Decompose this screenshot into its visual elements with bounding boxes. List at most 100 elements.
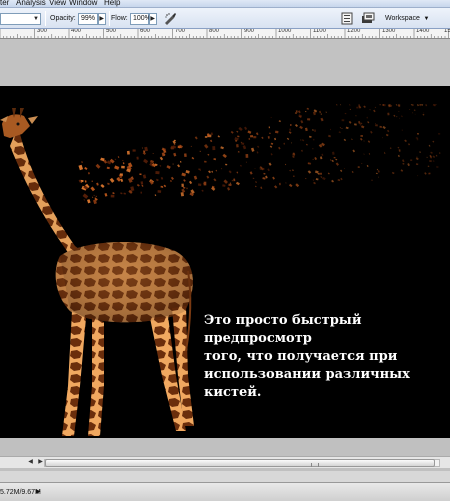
dispersion-particle bbox=[360, 125, 365, 129]
dispersion-particle bbox=[228, 183, 232, 187]
workspace-button[interactable]: Workspace ▼ bbox=[382, 12, 432, 25]
menu-item-view[interactable]: View bbox=[49, 0, 66, 7]
dispersion-particle bbox=[109, 177, 115, 183]
dispersion-particle bbox=[415, 137, 418, 139]
dispersion-particle bbox=[348, 120, 352, 124]
dispersion-particle bbox=[313, 181, 316, 185]
dispersion-particle bbox=[87, 199, 91, 204]
dispersion-particle bbox=[410, 159, 413, 161]
dispersion-particle bbox=[348, 104, 351, 106]
menu-item-filter[interactable]: ter bbox=[0, 0, 9, 7]
opacity-dropdown[interactable]: ▶ bbox=[98, 13, 106, 25]
dispersion-particle bbox=[402, 163, 405, 165]
dispersion-particle bbox=[304, 127, 308, 132]
ruler-label: 500 bbox=[106, 29, 117, 34]
dispersion-particle bbox=[238, 126, 243, 132]
dispersion-particle bbox=[338, 131, 341, 134]
dispersion-particle bbox=[91, 180, 93, 182]
dispersion-particle bbox=[356, 106, 359, 109]
menu-item-help[interactable]: Help bbox=[104, 0, 120, 7]
dispersion-particle bbox=[355, 115, 357, 117]
dispersion-particle bbox=[295, 110, 298, 113]
dispersion-particle bbox=[363, 105, 366, 108]
dispersion-particle bbox=[400, 169, 404, 172]
dispersion-particle bbox=[222, 153, 227, 159]
scroll-thumb[interactable] bbox=[45, 459, 435, 467]
dispersion-particle bbox=[424, 172, 427, 175]
dispersion-particle bbox=[121, 165, 125, 169]
dispersion-particle bbox=[78, 164, 84, 171]
dispersion-particle bbox=[320, 117, 324, 122]
dispersion-particle bbox=[140, 181, 144, 185]
status-arrow-icon[interactable]: ▶ bbox=[36, 488, 41, 495]
dispersion-particle bbox=[278, 146, 281, 150]
dispersion-particle bbox=[305, 111, 307, 113]
workspace-arrow-icon: ▼ bbox=[421, 16, 430, 22]
airbrush-icon[interactable] bbox=[163, 12, 177, 25]
dispersion-particle bbox=[387, 112, 390, 116]
dispersion-particle bbox=[340, 177, 343, 181]
dispersion-particle bbox=[233, 178, 236, 182]
flow-dropdown[interactable]: ▶ bbox=[149, 13, 157, 25]
horizontal-ruler: 300 400 500 600 700 800 900 1000 1100 12… bbox=[0, 29, 450, 39]
dispersion-particle bbox=[177, 164, 181, 168]
dispersion-particle bbox=[112, 192, 115, 195]
dropdown-arrow-icon: ▶ bbox=[150, 16, 155, 22]
menu-bar: ter Analysis View Window Help bbox=[0, 0, 450, 8]
dispersion-particle bbox=[207, 153, 210, 156]
dispersion-particle bbox=[369, 109, 371, 111]
dispersion-particle bbox=[110, 194, 115, 198]
dispersion-particle bbox=[225, 163, 228, 166]
dispersion-particle bbox=[274, 137, 277, 141]
dispersion-particle bbox=[432, 140, 435, 143]
horizontal-scrollbar[interactable]: ◀ ▶ bbox=[0, 456, 450, 468]
dispersion-particle bbox=[87, 172, 90, 175]
dispersion-particle bbox=[130, 186, 135, 192]
dispersion-particle bbox=[217, 135, 220, 138]
dispersion-particle bbox=[370, 130, 373, 134]
brush-panel-icon[interactable] bbox=[340, 12, 354, 25]
screen-mode-icon[interactable] bbox=[361, 12, 375, 25]
dispersion-particle bbox=[265, 175, 268, 179]
dispersion-particle bbox=[159, 165, 162, 167]
dispersion-particle bbox=[385, 133, 389, 137]
mode-select[interactable]: ▼ bbox=[0, 13, 41, 25]
dispersion-particle bbox=[212, 146, 216, 151]
dispersion-particle bbox=[288, 131, 292, 134]
dispersion-particle bbox=[379, 125, 383, 129]
dispersion-particle bbox=[239, 164, 242, 167]
doc-size: 5.72M/9.67M bbox=[0, 489, 41, 496]
document-canvas[interactable]: Это просто быстрый предпросмотр того, чт… bbox=[0, 86, 450, 438]
menu-item-window[interactable]: Window bbox=[69, 0, 97, 7]
scroll-left-icon[interactable]: ◀ bbox=[26, 458, 35, 467]
flow-field[interactable]: 100% bbox=[130, 13, 151, 25]
dispersion-particle bbox=[301, 149, 303, 152]
dispersion-particle bbox=[235, 181, 240, 186]
dispersion-particle bbox=[126, 150, 130, 155]
dispersion-particle bbox=[335, 162, 340, 166]
dispersion-particle bbox=[314, 157, 318, 161]
dispersion-particle bbox=[242, 145, 247, 150]
dispersion-particle bbox=[173, 152, 177, 157]
dispersion-particle bbox=[283, 142, 285, 145]
dispersion-particle bbox=[320, 156, 323, 160]
options-bar: ▼ Opacity: 99% ▶ Flow: 100% ▶ Workspace … bbox=[0, 8, 450, 29]
dispersion-particle bbox=[398, 110, 400, 112]
dispersion-particle bbox=[199, 150, 201, 152]
dispersion-particle bbox=[257, 145, 260, 148]
dispersion-particle bbox=[428, 144, 431, 147]
dispersion-particle bbox=[114, 158, 117, 160]
dispersion-particle bbox=[181, 188, 186, 193]
dispersion-particle bbox=[432, 155, 436, 159]
dispersion-particle bbox=[429, 154, 432, 158]
ruler-label: 1200 bbox=[347, 29, 361, 34]
dispersion-particle bbox=[247, 130, 252, 134]
dispersion-particle bbox=[254, 168, 256, 169]
ruler-label: 600 bbox=[140, 29, 151, 34]
dispersion-particle bbox=[398, 117, 400, 119]
dispersion-particle bbox=[395, 104, 398, 106]
ruler-label: 1400 bbox=[416, 29, 430, 34]
dispersion-particle bbox=[144, 146, 148, 152]
menu-item-analysis[interactable]: Analysis bbox=[16, 0, 46, 7]
opacity-field[interactable]: 99% bbox=[78, 13, 98, 25]
